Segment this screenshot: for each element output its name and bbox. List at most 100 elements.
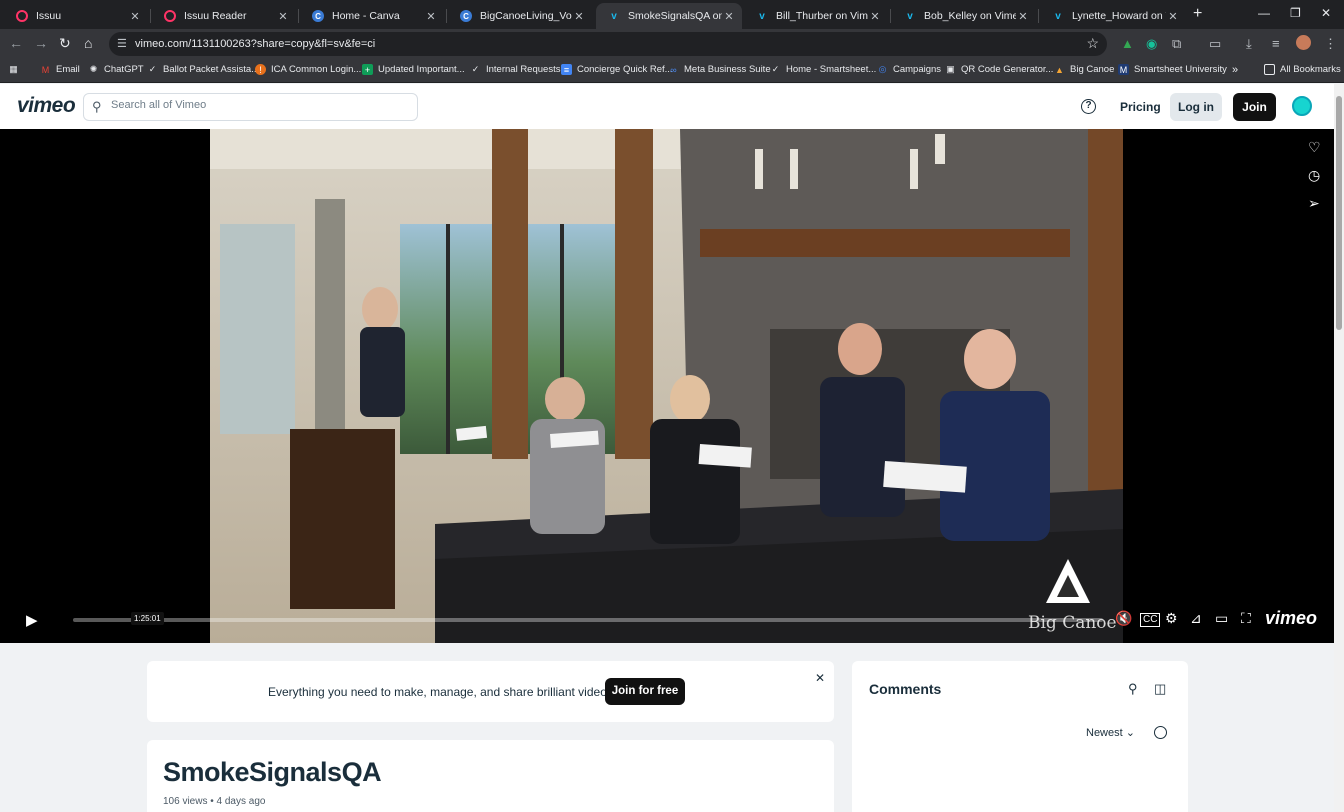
join-for-free-button[interactable]: Join for free [605, 678, 685, 705]
comments-heading: Comments [869, 681, 942, 697]
close-icon[interactable]: ✕ [572, 10, 586, 23]
video-frame[interactable]: Big Canoe [210, 129, 1123, 643]
canva-icon: C [312, 10, 324, 22]
video-player[interactable]: Big Canoe ♡ ◷ ➢ ▶ 1:25:01 🔇 CC ⚙ ⊿ ▭ ⛶ v… [0, 129, 1334, 643]
folder-icon [1264, 64, 1275, 75]
login-button[interactable]: Log in [1170, 93, 1222, 121]
bookmark-item[interactable]: ▲ Big Canoe [1054, 64, 1114, 75]
media-icon[interactable]: ≡ [1272, 36, 1280, 51]
all-bookmarks-folder[interactable]: All Bookmarks [1264, 64, 1341, 75]
chatgpt-icon: ✺ [89, 64, 98, 74]
layout-toggle-icon[interactable]: ◫ [1154, 681, 1166, 697]
big-canoe-icon: ▲ [1055, 64, 1064, 75]
bookmark-item[interactable]: ✺ ChatGPT [88, 64, 144, 75]
browser-tab-bar: Issuu ✕ Issuu Reader ✕ C Home - Canva ✕ … [0, 0, 1344, 29]
search-box[interactable]: ⚲ [83, 93, 418, 121]
close-icon[interactable]: ✕ [1166, 10, 1180, 23]
browser-tab[interactable]: v Bob_Kelley on Vimeo ✕ [892, 3, 1036, 29]
bookmark-item[interactable]: ✓ Ballot Packet Assista... [147, 64, 259, 75]
join-button[interactable]: Join [1233, 93, 1276, 121]
bookmark-item[interactable]: ✓ Internal Requests [470, 64, 561, 75]
new-tab-button[interactable]: + [1193, 5, 1202, 23]
bookmark-item[interactable]: M Smartsheet University [1118, 64, 1227, 75]
bookmark-item[interactable]: + Updated Important... [362, 64, 465, 75]
browser-tab[interactable]: Issuu ✕ [4, 3, 148, 29]
sort-dropdown[interactable]: Newest ⌄ [1086, 726, 1135, 739]
minimize-icon[interactable]: — [1258, 6, 1270, 20]
close-icon[interactable]: ✕ [868, 10, 882, 23]
bookmark-item[interactable]: ∞ Meta Business Suite [668, 64, 770, 75]
sheets-icon: + [362, 64, 373, 75]
captions-icon[interactable]: CC [1140, 613, 1161, 627]
bookmark-item[interactable]: ≡ Concierge Quick Ref... [561, 64, 673, 75]
address-bar[interactable]: ☰ vimeo.com/1131100263?share=copy&fl=sv&… [109, 32, 1107, 56]
more-bookmarks-icon[interactable]: » [1232, 64, 1238, 76]
like-heart-icon[interactable]: ♡ [1308, 139, 1321, 156]
smartsheet-icon: ✓ [771, 64, 780, 74]
close-window-icon[interactable]: ✕ [1321, 6, 1331, 20]
browser-tab[interactable]: C BigCanoeLiving_Vol2_Issue ✕ [448, 3, 592, 29]
bookmarks-bar: ▦ M Email ✺ ChatGPT ✓ Ballot Packet Assista… [0, 59, 1344, 83]
close-icon[interactable]: ✕ [424, 10, 438, 23]
play-icon[interactable]: ▶ [26, 611, 38, 629]
restore-icon[interactable]: ❐ [1290, 6, 1301, 20]
browser-tab-active[interactable]: v SmokeSignalsQA on Vimeo ✕ [596, 3, 742, 29]
profile-avatar[interactable] [1296, 35, 1311, 50]
tab-title: Issuu [36, 10, 62, 22]
player-control-bar: ▶ 1:25:01 🔇 CC ⚙ ⊿ ▭ ⛶ vimeo [0, 603, 1334, 643]
url-text[interactable]: vimeo.com/1131100263?share=copy&fl=sv&fe… [135, 38, 375, 50]
vimeo-icon: v [1055, 10, 1061, 22]
help-icon[interactable]: ? [1081, 99, 1096, 114]
settings-gear-icon[interactable]: ⚙ [1165, 610, 1178, 627]
browser-tab[interactable]: Issuu Reader ✕ [152, 3, 296, 29]
fullscreen-icon[interactable]: ⛶ [1241, 610, 1251, 627]
browser-tab[interactable]: C Home - Canva ✕ [300, 3, 444, 29]
browser-tab[interactable]: v Lynette_Howard on Vimeo ✕ [1040, 3, 1186, 29]
volume-muted-icon[interactable]: 🔇 [1115, 610, 1132, 627]
scrollbar-thumb[interactable] [1336, 96, 1342, 330]
reload-icon[interactable]: ↻ [59, 35, 71, 52]
drive-extension-icon[interactable]: ▲ [1121, 36, 1134, 51]
close-icon[interactable]: ✕ [1016, 10, 1030, 23]
close-icon[interactable]: ✕ [128, 10, 142, 23]
vimeo-logo[interactable]: vimeo [17, 94, 76, 118]
search-icon[interactable]: ⚲ [1128, 681, 1138, 697]
bookmark-item[interactable]: ◎ Campaigns [877, 64, 942, 75]
chevron-down-icon: ⌄ [1125, 727, 1135, 739]
browser-toolbar: ← → ↻ ⌂ ☰ vimeo.com/1131100263?share=cop… [0, 29, 1344, 59]
bookmark-item[interactable]: ! ICA Common Login... [255, 64, 361, 75]
bookmark-item[interactable]: M Email [40, 64, 80, 75]
extensions-icon[interactable]: ⧉ [1172, 36, 1181, 52]
download-icon[interactable]: ⤓ [1246, 36, 1252, 52]
site-info-icon[interactable]: ☰ [117, 37, 127, 50]
docs-icon: ≡ [561, 64, 572, 75]
screen-share-icon[interactable]: ▭ [1209, 36, 1221, 52]
picture-in-picture-icon[interactable]: ▭ [1215, 610, 1228, 627]
tab-title: SmokeSignalsQA on Vimeo [628, 10, 722, 22]
close-icon[interactable]: ✕ [276, 10, 290, 23]
close-icon[interactable]: ✕ [722, 10, 736, 23]
tab-title: Home - Canva [332, 10, 400, 22]
progress-scrubber[interactable]: 1:25:01 [73, 612, 1103, 625]
share-send-icon[interactable]: ➢ [1308, 195, 1320, 212]
bookmark-star-icon[interactable]: ☆ [1086, 35, 1099, 52]
home-icon[interactable]: ⌂ [84, 35, 92, 51]
bookmark-item[interactable]: ▣ QR Code Generator... [945, 64, 1053, 75]
time-tooltip: 1:25:01 [131, 612, 164, 625]
grammarly-icon[interactable]: ◉ [1146, 36, 1157, 52]
tab-title: Bob_Kelley on Vimeo [924, 10, 1016, 22]
cast-icon[interactable]: ⊿ [1190, 610, 1202, 627]
language-globe-icon[interactable] [1292, 96, 1312, 116]
pricing-link[interactable]: Pricing [1120, 100, 1161, 114]
bookmark-item[interactable]: ✓ Home - Smartsheet... [770, 64, 877, 75]
forward-icon[interactable]: → [34, 35, 48, 51]
menu-icon[interactable]: ⋮ [1324, 36, 1337, 52]
close-icon[interactable]: ✕ [815, 671, 825, 685]
watch-later-clock-icon[interactable]: ◷ [1308, 167, 1320, 184]
vimeo-player-logo[interactable]: vimeo [1265, 608, 1317, 629]
back-icon[interactable]: ← [9, 35, 23, 51]
filter-icon[interactable] [1154, 726, 1167, 739]
apps-icon[interactable]: ▦ [8, 64, 24, 75]
search-input[interactable] [111, 99, 401, 111]
browser-tab[interactable]: v Bill_Thurber on Vimeo ✕ [744, 3, 888, 29]
